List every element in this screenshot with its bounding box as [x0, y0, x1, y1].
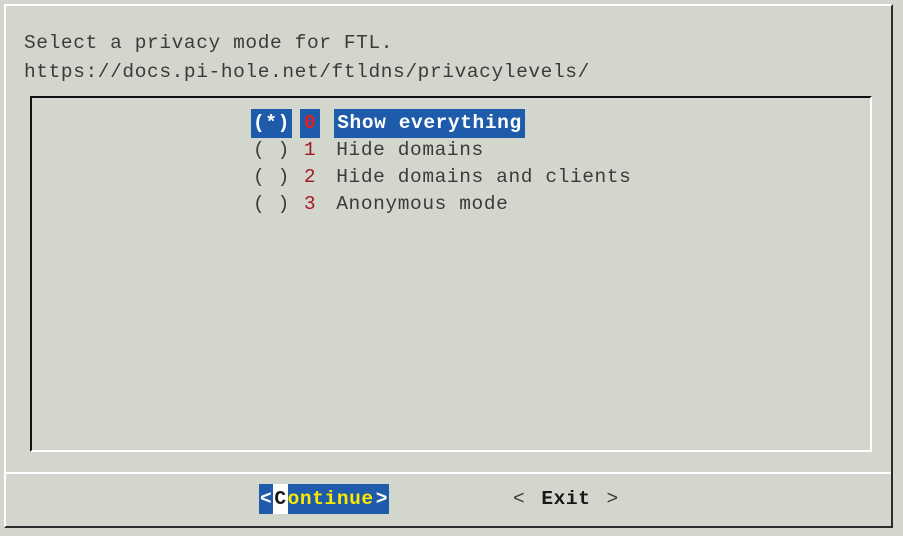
radio-digit-3: 3	[303, 193, 317, 215]
radio-marker-icon-1[interactable]: ( )	[251, 136, 292, 165]
radio-label-2: Hide domains and clients	[336, 166, 632, 188]
continue-button-label: ontinue	[287, 488, 374, 510]
continue-accelerator-char: C	[273, 484, 288, 514]
privacy-mode-list-box: (*) 0 Show everything ( ) 1 Hide domains…	[30, 96, 872, 452]
radio-digit-2: 2	[303, 166, 317, 188]
exit-left-bracket-icon: <	[513, 488, 526, 510]
dialog-window: Select a privacy mode for FTL. https://d…	[4, 4, 893, 528]
radio-option-2[interactable]: ( ) 2 Hide domains and clients	[251, 164, 633, 191]
radio-label-3: Anonymous mode	[336, 193, 509, 215]
radio-marker-icon-0[interactable]: (*)	[251, 109, 292, 138]
exit-accelerator-char: E	[541, 488, 554, 510]
radio-marker-icon-2[interactable]: ( )	[251, 163, 292, 192]
radio-option-1[interactable]: ( ) 1 Hide domains	[251, 137, 633, 164]
radio-label-0: Show everything	[334, 109, 525, 138]
prompt-line-title: Select a privacy mode for FTL.	[24, 32, 394, 54]
button-bar-separator	[6, 472, 891, 474]
prompt-block: Select a privacy mode for FTL. https://d…	[24, 29, 864, 87]
exit-right-bracket-icon: >	[606, 488, 619, 510]
continue-right-bracket-icon: >	[375, 488, 389, 510]
radio-digit-1: 1	[303, 139, 317, 161]
radio-marker-icon-3[interactable]: ( )	[251, 190, 292, 219]
radio-digit-0: 0	[299, 109, 321, 138]
prompt-line-url: https://docs.pi-hole.net/ftldns/privacyl…	[24, 61, 590, 83]
exit-button-label: xit	[553, 488, 591, 510]
radio-option-0[interactable]: (*) 0 Show everything	[251, 109, 633, 138]
button-bar: < C ontinue > < E xit >	[6, 484, 891, 526]
exit-button[interactable]: < E xit >	[511, 484, 621, 514]
continue-left-bracket-icon: <	[260, 488, 273, 510]
radio-list: (*) 0 Show everything ( ) 1 Hide domains…	[251, 109, 633, 218]
radio-label-1: Hide domains	[336, 139, 484, 161]
radio-option-3[interactable]: ( ) 3 Anonymous mode	[251, 191, 633, 218]
continue-button[interactable]: < C ontinue >	[259, 484, 390, 514]
